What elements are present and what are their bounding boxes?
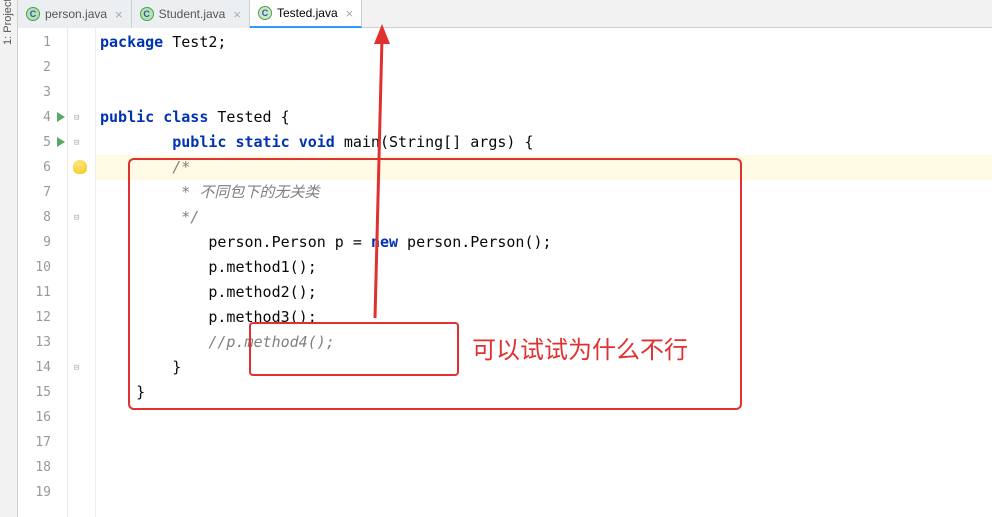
line-number: 1 [18, 30, 67, 55]
fold-icon[interactable]: ⊟ [74, 138, 83, 147]
tab-tested[interactable]: C Tested.java × [250, 0, 362, 28]
fold-end-icon[interactable]: ⊟ [74, 363, 83, 372]
tab-label: Student.java [159, 7, 226, 21]
project-tool-label[interactable]: 1: Project [2, 0, 14, 45]
line-number-gutter: 1 2 3 4 5 6 7 8 9 10 11 12 13 14 15 16 1… [18, 28, 68, 517]
line-number: 4 [18, 105, 67, 130]
run-gutter-icon[interactable] [57, 112, 65, 122]
tool-window-strip[interactable]: 1: Project [0, 0, 18, 517]
intention-bulb-icon[interactable] [73, 160, 87, 174]
icon-gutter: ⊟ ⊟ ⊟ ⊟ [68, 28, 96, 517]
line-number: 6 [18, 155, 67, 180]
tab-student[interactable]: C Student.java × [132, 0, 250, 28]
line-number: 11 [18, 280, 67, 305]
line-number: 8 [18, 205, 67, 230]
line-number: 5 [18, 130, 67, 155]
close-icon[interactable]: × [233, 7, 241, 22]
line-number: 12 [18, 305, 67, 330]
line-number: 3 [18, 80, 67, 105]
code-editor[interactable]: 1 2 3 4 5 6 7 8 9 10 11 12 13 14 15 16 1… [18, 28, 992, 517]
line-number: 18 [18, 455, 67, 480]
editor-tabs: C person.java × C Student.java × C Teste… [18, 0, 992, 28]
fold-icon[interactable]: ⊟ [74, 113, 83, 122]
line-number: 14 [18, 355, 67, 380]
line-number: 7 [18, 180, 67, 205]
tab-label: Tested.java [277, 6, 338, 20]
tab-person[interactable]: C person.java × [18, 0, 132, 28]
line-number: 13 [18, 330, 67, 355]
line-number: 16 [18, 405, 67, 430]
tab-label: person.java [45, 7, 107, 21]
code-text-area[interactable]: package Test2; public class Tested { pub… [96, 28, 992, 517]
java-class-icon: C [258, 6, 272, 20]
run-gutter-icon[interactable] [57, 137, 65, 147]
line-number: 19 [18, 480, 67, 505]
close-icon[interactable]: × [115, 7, 123, 22]
line-number: 2 [18, 55, 67, 80]
fold-end-icon[interactable]: ⊟ [74, 213, 83, 222]
java-class-icon: C [26, 7, 40, 21]
line-number: 9 [18, 230, 67, 255]
java-class-icon: C [140, 7, 154, 21]
line-number: 17 [18, 430, 67, 455]
close-icon[interactable]: × [346, 6, 354, 21]
line-number: 10 [18, 255, 67, 280]
line-number: 15 [18, 380, 67, 405]
